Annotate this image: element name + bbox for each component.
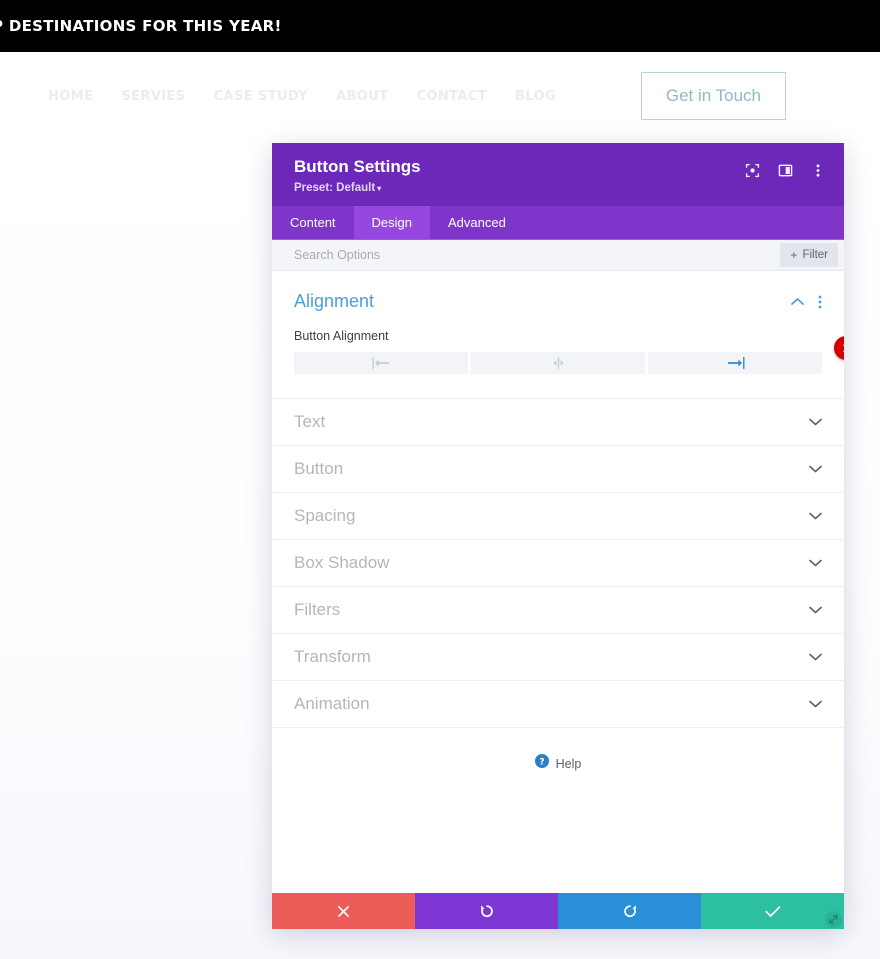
section-label: Text: [294, 412, 326, 432]
tab-design[interactable]: Design: [353, 206, 431, 240]
nav-item-about[interactable]: ABOUT: [336, 89, 388, 104]
help-question-icon: ?: [534, 754, 549, 773]
section-row-button[interactable]: Button: [272, 446, 844, 494]
modal-tabs: Content Design Advanced: [272, 206, 844, 241]
step-badge-1: 1: [834, 336, 844, 361]
preset-label: Preset: Default: [294, 182, 376, 195]
chevron-down-icon: [809, 601, 822, 619]
section-label: Button: [294, 459, 344, 479]
chevron-down-icon: [809, 695, 822, 713]
modal-header: Button Settings Preset: Default ▾: [272, 143, 844, 207]
svg-text:?: ?: [539, 758, 544, 768]
modal-title: Button Settings: [294, 157, 421, 176]
modal-footer: [272, 893, 844, 929]
save-button[interactable]: [701, 893, 844, 929]
button-alignment-options: 1: [294, 336, 844, 375]
resize-handle[interactable]: [825, 911, 842, 928]
announcement-text: P DESTINATIONS FOR THIS YEAR!: [0, 17, 282, 35]
chevron-up-icon[interactable]: [791, 297, 804, 306]
section-row-box-shadow[interactable]: Box Shadow: [272, 540, 844, 588]
tab-advanced[interactable]: Advanced: [430, 206, 524, 239]
nav-item-home[interactable]: HOME: [48, 89, 93, 104]
chevron-down-icon: ▾: [377, 184, 382, 194]
get-in-touch-button[interactable]: Get in Touch: [640, 72, 786, 120]
filter-label: Filter: [802, 249, 828, 262]
chevron-down-icon: [809, 648, 822, 666]
search-filter-row: + Filter: [272, 240, 844, 272]
filter-button[interactable]: + Filter: [780, 243, 838, 268]
modal-title-wrap: Button Settings Preset: Default ▾: [294, 157, 744, 194]
kebab-menu-icon[interactable]: [810, 162, 826, 178]
section-label: Spacing: [294, 506, 356, 526]
nav-item-servies[interactable]: SERVIES: [121, 89, 185, 104]
preset-selector[interactable]: Preset: Default ▾: [294, 182, 744, 194]
nav-item-case-study[interactable]: CASE STUDY: [214, 89, 308, 104]
section-row-text[interactable]: Text: [272, 399, 844, 447]
help-label: Help: [555, 756, 582, 771]
section-label: Filters: [294, 600, 341, 620]
section-alignment: Alignment Button Alignment: [272, 271, 844, 400]
section-row-filters[interactable]: Filters: [272, 587, 844, 635]
section-label: Transform: [294, 647, 371, 667]
site-header: HOME SERVIES CASE STUDY ABOUT CONTACT BL…: [0, 52, 880, 140]
chevron-down-icon: [809, 460, 822, 478]
chevron-down-icon: [809, 413, 822, 431]
section-row-animation[interactable]: Animation: [272, 681, 844, 729]
section-row-transform[interactable]: Transform: [272, 634, 844, 682]
alignment-section-header: Alignment: [294, 291, 822, 312]
chevron-down-icon: [809, 554, 822, 572]
align-right-option[interactable]: [648, 352, 822, 375]
modal-header-icons: [744, 162, 826, 178]
section-label: Box Shadow: [294, 553, 390, 573]
focus-icon[interactable]: [744, 162, 760, 178]
section-label: Animation: [294, 694, 370, 714]
layout-panel-icon[interactable]: [777, 162, 793, 178]
alignment-section-controls: [791, 295, 822, 309]
nav-item-blog[interactable]: BLOG: [515, 89, 556, 104]
button-alignment-label: Button Alignment: [294, 329, 389, 344]
section-kebab-menu-icon[interactable]: [818, 295, 822, 309]
tab-content[interactable]: Content: [272, 206, 354, 239]
cancel-button[interactable]: [272, 893, 415, 929]
align-left-option[interactable]: [294, 352, 468, 375]
section-row-spacing[interactable]: Spacing: [272, 493, 844, 541]
nav-item-contact[interactable]: CONTACT: [416, 89, 487, 104]
help-row[interactable]: ? Help: [272, 728, 844, 793]
button-settings-modal: Button Settings Preset: Default ▾ Conten…: [272, 143, 844, 929]
modal-body: Alignment Button Alignment Text Button S…: [272, 271, 844, 893]
plus-icon: +: [790, 248, 798, 263]
align-center-option[interactable]: [471, 352, 645, 375]
search-options-input[interactable]: [294, 248, 781, 263]
chevron-down-icon: [809, 507, 822, 525]
main-navigation: HOME SERVIES CASE STUDY ABOUT CONTACT BL…: [48, 89, 641, 104]
undo-button[interactable]: [415, 893, 558, 929]
announcement-bar: P DESTINATIONS FOR THIS YEAR!: [0, 0, 880, 52]
redo-button[interactable]: [558, 893, 701, 929]
alignment-section-title: Alignment: [294, 291, 375, 312]
